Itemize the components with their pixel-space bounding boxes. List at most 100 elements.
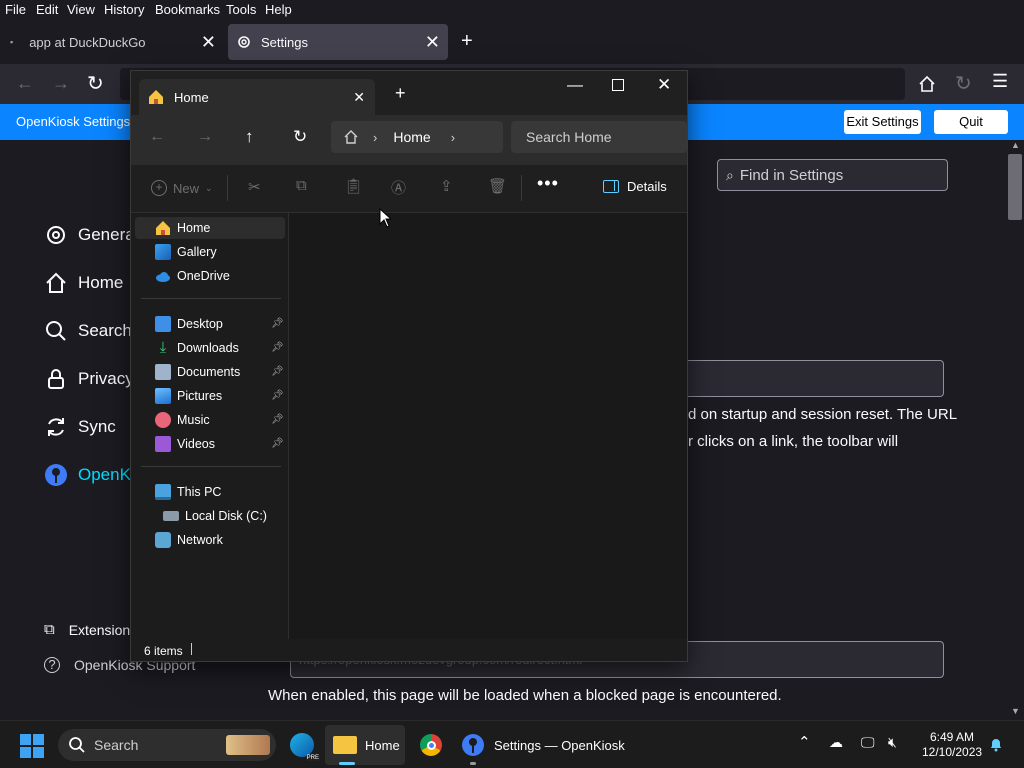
more-options-icon[interactable]: •••: [537, 173, 559, 194]
onedrive-offline-icon[interactable]: ☁︎: [829, 734, 843, 751]
category-privacy[interactable]: Privacy: [44, 367, 134, 391]
hamburger-menu-icon[interactable]: ☰: [992, 71, 1008, 92]
breadcrumb-item[interactable]: Home: [393, 129, 430, 145]
taskbar-search-box[interactable]: Search: [58, 729, 276, 761]
reload-icon[interactable]: ↻: [87, 71, 104, 96]
nav-item-gallery[interactable]: Gallery: [135, 241, 285, 263]
nav-item-downloads[interactable]: ⤓ Downloads 📌︎: [135, 337, 285, 359]
nav-item-videos[interactable]: Videos 📌︎: [135, 433, 285, 455]
scroll-up-icon[interactable]: ▲: [1011, 140, 1020, 150]
category-home[interactable]: Home: [44, 271, 123, 295]
nav-item-home[interactable]: Home: [135, 217, 285, 239]
taskbar-chrome[interactable]: [414, 725, 448, 765]
menu-view[interactable]: View: [67, 2, 95, 17]
pin-icon[interactable]: 📌︎: [271, 390, 284, 402]
nav-item-pictures[interactable]: Pictures 📌︎: [135, 385, 285, 407]
nav-item-documents[interactable]: Documents 📌︎: [135, 361, 285, 383]
divider: [521, 175, 522, 201]
pin-icon[interactable]: 📌︎: [271, 318, 284, 330]
new-tab-icon[interactable]: +: [395, 83, 406, 104]
volume-muted-icon[interactable]: 🔇︎: [888, 734, 897, 751]
menu-file[interactable]: File: [5, 2, 26, 17]
home-icon: [344, 130, 358, 144]
minimize-icon[interactable]: —: [567, 77, 583, 95]
nav-item-network[interactable]: Network: [135, 529, 285, 551]
delete-icon[interactable]: 🗑︎: [488, 177, 507, 195]
windows-start-icon[interactable]: [20, 734, 44, 758]
nav-item-this-pc[interactable]: This PC: [135, 481, 285, 503]
category-sync[interactable]: Sync: [44, 415, 116, 439]
maximize-icon[interactable]: [612, 79, 624, 91]
details-button[interactable]: Details: [603, 179, 667, 194]
documents-icon: [155, 364, 171, 380]
taskbar-edge-dev[interactable]: PRE: [284, 725, 320, 765]
onedrive-cloud-icon: [156, 272, 170, 282]
up-icon[interactable]: ↑: [245, 127, 254, 147]
chrome-icon: [420, 734, 442, 756]
chevron-down-icon: ⌄: [205, 182, 213, 193]
find-in-settings-input[interactable]: ⌕ Find in Settings: [717, 159, 948, 191]
new-button[interactable]: + New ⌄: [151, 180, 213, 196]
scrollbar-thumb[interactable]: [1008, 154, 1022, 220]
back-icon[interactable]: ←: [149, 128, 165, 146]
explorer-command-bar: + New ⌄ ✂ ⧉ 📋︎ Ⓐ ⇪ 🗑︎ ••• Details: [131, 165, 687, 213]
breadcrumb[interactable]: › Home ›: [331, 121, 503, 153]
extensions-link[interactable]: ⧉ Extension: [44, 621, 130, 638]
pin-icon[interactable]: 📌︎: [271, 414, 284, 426]
refresh-icon[interactable]: ↻: [293, 127, 307, 147]
tab-settings[interactable]: Settings ✕: [228, 24, 448, 60]
tab-duckduckgo[interactable]: ▪ app at DuckDuckGo ✕: [4, 24, 226, 60]
rename-icon[interactable]: Ⓐ: [391, 177, 406, 198]
close-window-icon[interactable]: ✕: [657, 75, 671, 95]
exit-settings-button[interactable]: Exit Settings: [844, 110, 921, 134]
tab-bar: ▪ app at DuckDuckGo ✕ Settings ✕ +: [0, 20, 1024, 64]
scroll-down-icon[interactable]: ▼: [1011, 706, 1020, 716]
chevron-up-icon[interactable]: ⌃: [798, 733, 811, 751]
copy-icon[interactable]: ⧉: [296, 177, 307, 194]
taskbar-openkiosk[interactable]: Settings — OpenKiosk: [455, 725, 625, 765]
notification-bell-icon[interactable]: [988, 736, 1004, 752]
homepage-url-input[interactable]: [680, 360, 944, 397]
menu-help[interactable]: Help: [265, 2, 292, 17]
nav-item-local-disk[interactable]: Local Disk (C:): [143, 505, 293, 527]
forward-icon[interactable]: →: [197, 128, 213, 146]
pin-icon[interactable]: 📌︎: [271, 366, 284, 378]
forward-icon[interactable]: →: [52, 73, 70, 94]
category-general[interactable]: General: [44, 223, 138, 247]
new-tab-icon[interactable]: +: [461, 30, 473, 53]
pin-icon[interactable]: 📌︎: [271, 438, 284, 450]
chevron-right-icon[interactable]: ›: [451, 130, 455, 145]
menu-tools[interactable]: Tools: [226, 2, 256, 17]
new-label: New: [173, 180, 200, 196]
taskbar-file-explorer[interactable]: Home: [325, 725, 405, 765]
network-icon[interactable]: 🖵︎: [861, 734, 875, 751]
cut-icon[interactable]: ✂: [248, 178, 261, 196]
file-list-area[interactable]: [289, 213, 687, 639]
nav-item-desktop[interactable]: Desktop 📌︎: [135, 313, 285, 335]
category-openkiosk[interactable]: OpenKi: [44, 463, 135, 487]
explorer-titlebar[interactable]: Home ✕ + — ✕: [131, 71, 687, 115]
menu-bookmarks[interactable]: Bookmarks: [155, 2, 220, 17]
quit-button[interactable]: Quit: [934, 110, 1008, 134]
menu-edit[interactable]: Edit: [36, 2, 58, 17]
paste-icon[interactable]: 📋︎: [344, 177, 363, 195]
category-label: OpenKi: [78, 465, 135, 484]
search-icon: [69, 737, 85, 753]
back-icon[interactable]: ←: [16, 73, 34, 94]
share-icon[interactable]: ⇪: [440, 177, 453, 195]
category-search[interactable]: Search: [44, 319, 132, 343]
scrollbar[interactable]: ▲ ▼: [1008, 140, 1024, 720]
nav-item-onedrive[interactable]: OneDrive: [135, 265, 285, 287]
menu-history[interactable]: History: [104, 2, 144, 17]
mouse-cursor-icon: [379, 208, 391, 228]
nav-item-music[interactable]: Music 📌︎: [135, 409, 285, 431]
openkiosk-logo-icon: [45, 464, 67, 486]
search-input[interactable]: Search Home: [511, 121, 687, 153]
pin-icon[interactable]: 📌︎: [271, 342, 284, 354]
clock[interactable]: 6:49 AM 12/10/2023: [922, 730, 982, 760]
home-icon[interactable]: [918, 75, 936, 93]
close-icon[interactable]: ✕: [201, 32, 216, 53]
explorer-tab-home[interactable]: Home ✕: [139, 79, 375, 115]
close-icon[interactable]: ✕: [425, 32, 440, 53]
close-icon[interactable]: ✕: [353, 89, 365, 106]
